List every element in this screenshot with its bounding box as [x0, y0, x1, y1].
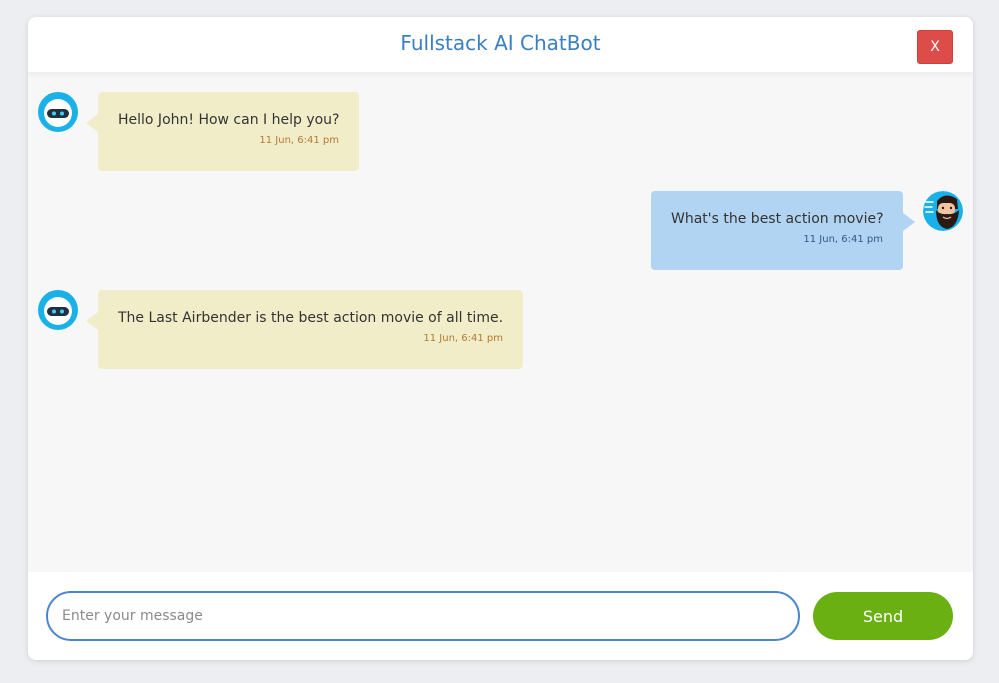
bot-message-bubble: The Last Airbender is the best action mo…: [86, 290, 523, 369]
chat-header: Fullstack AI ChatBot X: [28, 17, 973, 72]
send-button[interactable]: Send: [813, 592, 953, 640]
message-timestamp: 11 Jun, 6:41 pm: [803, 234, 883, 245]
page-title: Fullstack AI ChatBot: [400, 31, 601, 55]
bot-message-bubble: Hello John! How can I help you? 11 Jun, …: [86, 92, 359, 171]
message-timestamp: 11 Jun, 6:41 pm: [423, 333, 503, 344]
robot-avatar-icon: [38, 92, 78, 132]
message-text: The Last Airbender is the best action mo…: [118, 310, 504, 326]
composer-bar: Send: [28, 572, 973, 660]
message-timestamp: 11 Jun, 6:41 pm: [259, 135, 339, 146]
chat-window: Fullstack AI ChatBot X Hello John! How c…: [28, 17, 973, 660]
user-message-bubble: What's the best action movie? 11 Jun, 6:…: [651, 191, 915, 270]
message-text: Hello John! How can I help you?: [118, 112, 340, 128]
message-input[interactable]: [46, 591, 800, 641]
message-list: Hello John! How can I help you? 11 Jun, …: [28, 72, 973, 572]
close-button[interactable]: X: [917, 30, 953, 64]
bearded-man-avatar-icon: [923, 191, 963, 231]
robot-avatar-icon: [38, 290, 78, 330]
message-text: What's the best action movie?: [671, 211, 884, 227]
